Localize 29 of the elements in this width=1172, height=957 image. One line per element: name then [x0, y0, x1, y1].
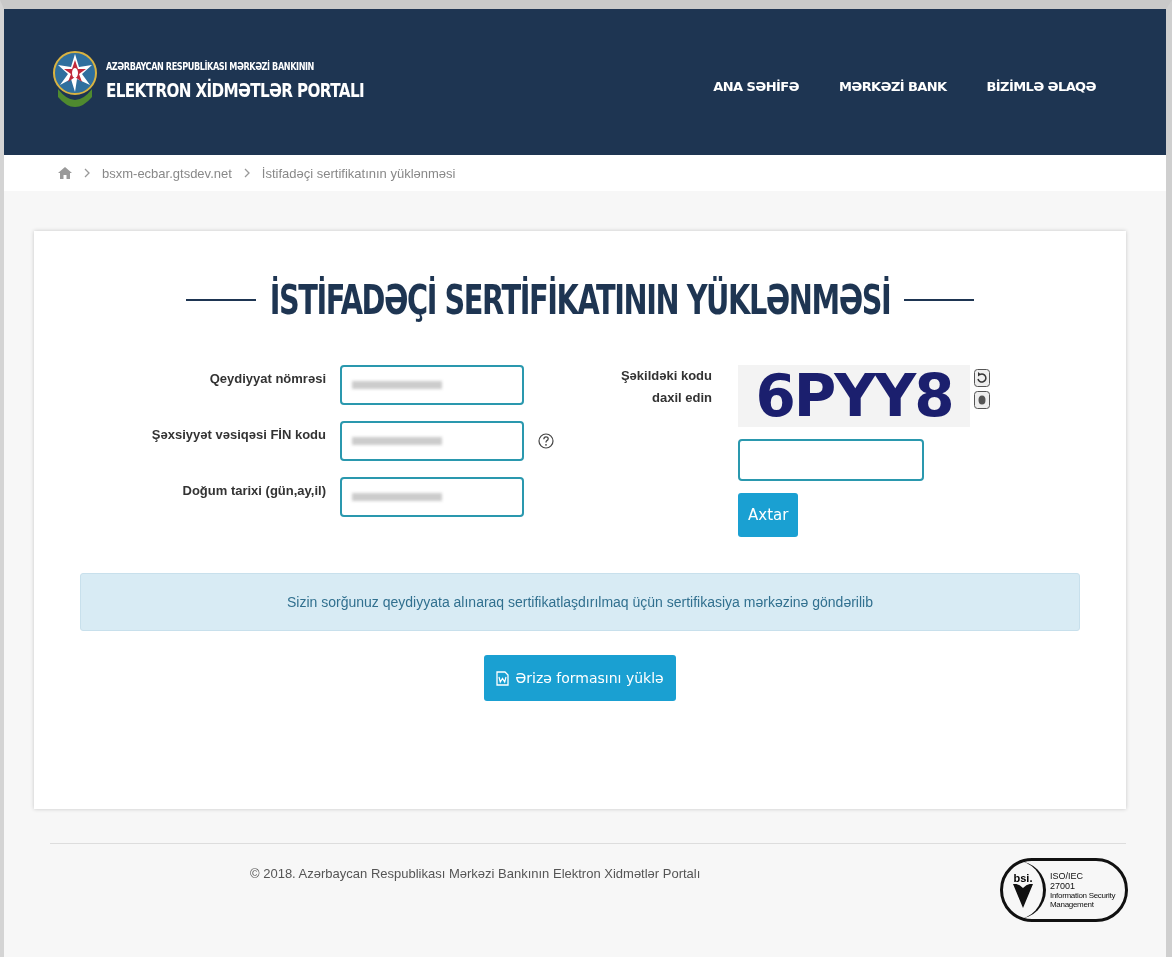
breadcrumb-link[interactable]: İstifadəçi sertifikatının yüklənməsi: [261, 165, 456, 181]
portal-title: ELEKTRON XİDMƏTLƏR PORTALI: [106, 78, 364, 101]
breadcrumb-link[interactable]: bsxm-ecbar.gtsdev.net: [102, 165, 232, 181]
input-field[interactable]: [340, 421, 524, 461]
help-icon[interactable]: [538, 433, 554, 449]
input-field[interactable]: [340, 477, 524, 517]
chevron-icon: [243, 168, 250, 178]
home-icon[interactable]: [58, 167, 72, 179]
captcha-input[interactable]: [738, 439, 924, 481]
chevron-icon: [84, 168, 90, 178]
nav-link[interactable]: BİZİMLƏ ƏLAQƏ: [986, 79, 1096, 94]
download-button[interactable]: Ərizə formasını yüklə: [484, 655, 676, 701]
captcha-image: 6PYY8: [738, 365, 970, 427]
refresh-icon[interactable]: [974, 369, 990, 387]
info-message: Sizin sorğunuz qeydiyyata alınaraq sertifikatlaşdırılmaq üçün sertifikasiya mərkəzinə göndərilib: [80, 573, 1080, 631]
nav-link[interactable]: MƏRKƏZİ BANK: [838, 79, 947, 94]
field-label: Doğum tarixi (gün,ay,il): [181, 482, 326, 498]
audio-icon[interactable]: [974, 391, 990, 409]
input-field[interactable]: [340, 365, 524, 405]
nav-link[interactable]: ANA SƏHİFƏ: [713, 79, 799, 94]
search-button[interactable]: Axtar: [738, 493, 798, 537]
certification-badge: bsi. ISO/IEC 27001 Information Security Management: [1000, 858, 1128, 922]
portal-subtitle: AZƏRBAYCAN RESPUBLİKASI MƏRKƏZİ BANKININ: [106, 59, 315, 73]
field-label: Qeydiyyat nömrəsi: [208, 370, 326, 386]
copyright-text: © 2018. Azərbaycan Respublikası Mərkəzi Bankının Elektron Xidmətlər Portalı: [250, 866, 701, 883]
word-document-icon: [496, 670, 510, 686]
field-label: Şəkildəki kodu daxil edin: [619, 367, 712, 407]
page-title: İSTİFADƏÇİ SERTİFİKATININ YÜKLƏNMƏSİ: [269, 277, 891, 323]
field-label: Şəxsiyyət vəsiqəsi FİN kodu: [150, 426, 326, 442]
